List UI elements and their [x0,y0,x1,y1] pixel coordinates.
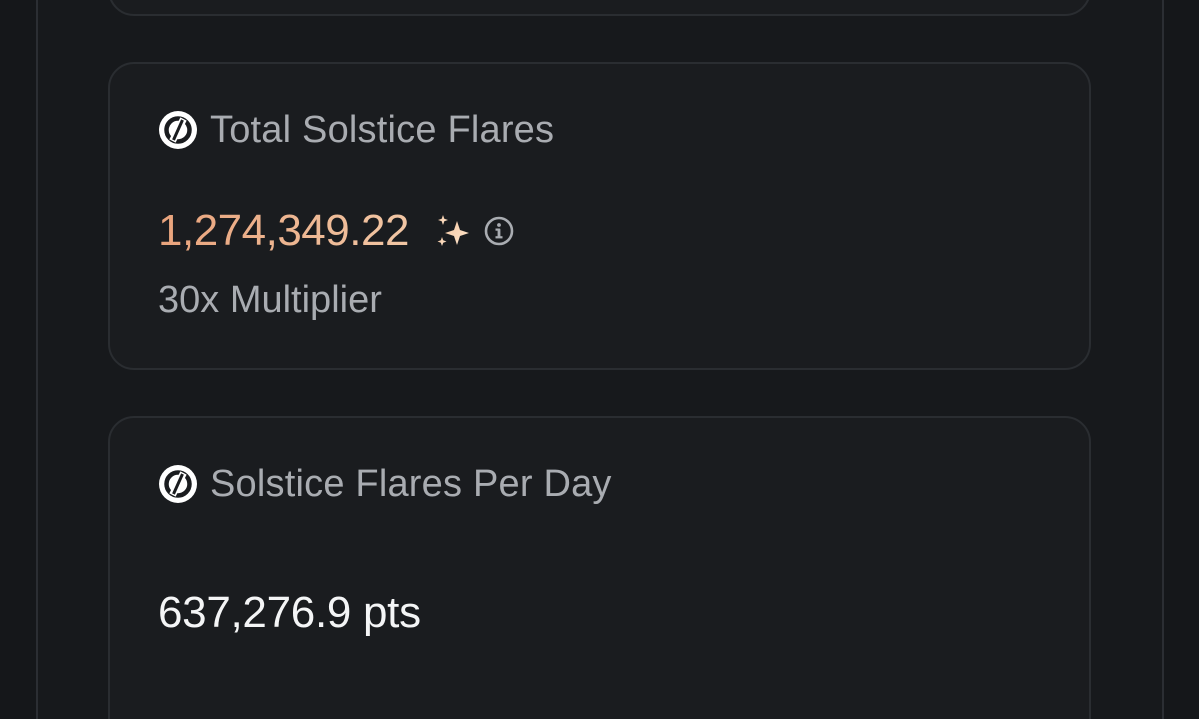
solstice-logo-icon [158,110,198,150]
total-flares-card: Total Solstice Flares 1,274,349.22 30x M… [108,62,1091,370]
info-icon[interactable] [483,215,515,247]
solstice-logo-icon [158,464,198,504]
total-flares-title: Total Solstice Flares [210,109,555,151]
total-flares-value-row: 1,274,349.22 [158,206,515,256]
flares-per-day-title: Solstice Flares Per Day [210,463,612,505]
total-flares-value: 1,274,349.22 [158,206,409,255]
flares-per-day-value: 637,276.9 pts [158,588,421,637]
multiplier-label: 30x Multiplier [158,279,382,321]
flares-per-day-header: Solstice Flares Per Day [158,462,612,506]
total-flares-header: Total Solstice Flares [158,108,554,152]
sparkle-icon [433,211,473,251]
previous-card [108,0,1091,16]
flares-per-day-card: Solstice Flares Per Day 637,276.9 pts [108,416,1091,719]
